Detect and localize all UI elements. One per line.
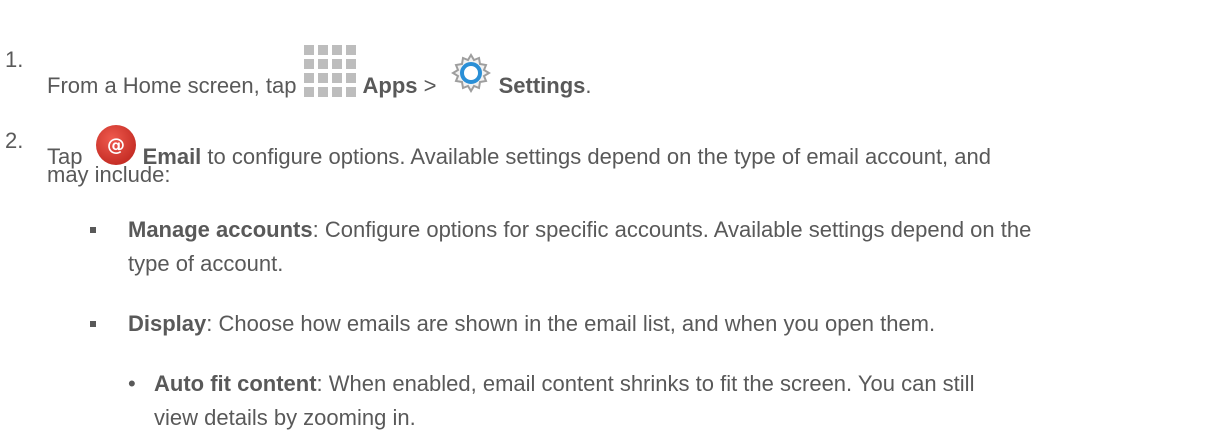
apps-label: Apps: [362, 73, 418, 98]
sub-bullet: •: [128, 371, 136, 396]
option-description: : Choose how emails are shown in the ema…: [206, 311, 936, 336]
sub-option-label: Auto fit content: [154, 371, 317, 396]
apps-grid-cell: [303, 59, 314, 69]
option-display: Display: Choose how emails are shown in …: [128, 307, 935, 341]
apps-grid-cell: [331, 73, 342, 83]
step-1-intro: From a Home screen, tap: [47, 73, 303, 98]
apps-grid-cell: [345, 87, 356, 97]
step-2-line1: to configure options. Available settings…: [201, 144, 991, 169]
apps-grid-cell: [317, 59, 328, 69]
apps-grid-cell: [317, 45, 328, 55]
step-1-separator: >: [417, 73, 443, 98]
settings-label: Settings: [498, 73, 586, 98]
option-manage-accounts: Manage accounts: Configure options for s…: [128, 213, 1031, 247]
apps-grid-cell: [345, 59, 356, 69]
step-2-line2: may include:: [47, 162, 171, 187]
step-2-number: 2.: [5, 128, 24, 153]
bullet-square: [90, 227, 96, 233]
sub-option-description: : When enabled, email content shrinks to…: [316, 371, 975, 396]
settings-gear-icon: [450, 53, 491, 93]
step-2-text: Tap @ Email to configure options. Availa…: [47, 124, 991, 174]
step-1-period: .: [585, 73, 592, 98]
apps-grid-cell: [331, 87, 342, 97]
apps-grid-icon: [303, 43, 359, 99]
apps-grid-cell: [317, 87, 328, 97]
svg-text:@: @: [107, 135, 125, 156]
step-1-number: 1.: [5, 47, 24, 72]
option-manage-accounts-line2: type of account.: [128, 251, 284, 276]
sub-option-auto-fit: Auto fit content: When enabled, email co…: [154, 367, 974, 401]
option-description: : Configure options for specific account…: [312, 217, 1032, 242]
bullet-square: [90, 321, 96, 327]
apps-grid-cell: [303, 45, 314, 55]
apps-grid-cell: [317, 73, 328, 83]
option-label: Manage accounts: [128, 217, 313, 242]
option-label: Display: [128, 311, 207, 336]
sub-option-auto-fit-line2: view details by zooming in.: [154, 405, 416, 430]
apps-grid-cell: [345, 45, 356, 55]
apps-grid-cell: [303, 87, 314, 97]
apps-grid-cell: [303, 73, 314, 83]
apps-grid-cell: [331, 45, 342, 55]
apps-grid-cell: [345, 73, 356, 83]
step-1-text: From a Home screen, tap Apps > Settings.: [47, 43, 592, 103]
apps-grid-cell: [331, 59, 342, 69]
